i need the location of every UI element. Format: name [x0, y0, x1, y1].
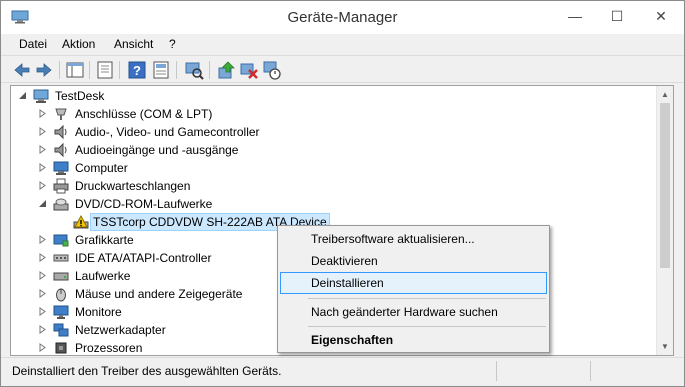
scroll-up-arrow-icon[interactable]: ▲ — [657, 86, 673, 103]
menu-bar: Datei Aktion Ansicht ? — [1, 34, 684, 54]
computer-icon — [33, 89, 49, 103]
tree-item[interactable]: Druckwarteschlangen — [11, 177, 651, 195]
menu-separator — [308, 298, 546, 299]
menu-item-label: Eigenschaften — [311, 333, 394, 347]
expand-icon[interactable] — [38, 235, 47, 244]
menu-separator — [308, 326, 546, 327]
tree-item[interactable]: Computer — [11, 159, 651, 177]
toolbar-separator — [176, 61, 177, 79]
menu-file[interactable]: Datei — [19, 37, 47, 51]
tree-item[interactable]: DVD/CD-ROM-Laufwerke — [11, 195, 651, 213]
menu-item-scan-hardware[interactable]: Nach geänderter Hardware suchen — [280, 301, 547, 323]
expand-icon[interactable] — [38, 145, 47, 154]
status-bar: Deinstalliert den Treiber des ausgewählt… — [1, 357, 684, 386]
properties-icon[interactable] — [95, 60, 115, 80]
back-icon[interactable] — [12, 60, 32, 80]
tree-item[interactable]: Audioeingänge und -ausgänge — [11, 141, 651, 159]
expand-icon[interactable] — [38, 181, 47, 190]
svg-text:?: ? — [133, 63, 141, 78]
tree-item-label: Mäuse und andere Zeigegeräte — [75, 287, 243, 301]
tree-item-label: Audioeingänge und -ausgänge — [75, 143, 239, 157]
collapse-icon[interactable] — [38, 199, 47, 208]
expand-icon[interactable] — [38, 271, 47, 280]
menu-item-label: Treibersoftware aktualisieren... — [311, 232, 475, 246]
uninstall-icon[interactable] — [239, 60, 259, 80]
tree-item-label: Monitore — [75, 305, 122, 319]
tree-item-label: Netzwerkadapter — [75, 323, 166, 337]
collapse-icon[interactable] — [18, 91, 27, 100]
speaker-icon — [54, 142, 67, 158]
monitor-icon — [53, 161, 69, 175]
expand-icon[interactable] — [38, 163, 47, 172]
expand-icon[interactable] — [38, 253, 47, 262]
menu-item-disable[interactable]: Deaktivieren — [280, 250, 547, 272]
tree-root-label: TestDesk — [55, 89, 105, 103]
mouse-icon — [56, 288, 66, 302]
tree-item-label: Audio-, Video- und Gamecontroller — [75, 125, 260, 139]
device-manager-window: Geräte-Manager — ☐ ✕ Datei Aktion Ansich… — [0, 0, 685, 387]
tree-item-label: Druckwarteschlangen — [75, 179, 191, 193]
forward-icon[interactable] — [34, 60, 54, 80]
expand-icon[interactable] — [38, 289, 47, 298]
tree-root[interactable]: TestDesk — [11, 87, 651, 105]
tree-item-label: Computer — [75, 161, 128, 175]
network-adapter-icon — [53, 323, 69, 337]
toolbar-separator — [59, 61, 60, 79]
menu-item-label: Deaktivieren — [311, 254, 378, 268]
tree-item-label: Laufwerke — [75, 269, 131, 283]
printer-icon — [53, 178, 69, 194]
menu-view[interactable]: Ansicht — [114, 37, 153, 51]
menu-action[interactable]: Aktion — [62, 37, 95, 51]
tree-item-label: Prozessoren — [75, 341, 143, 355]
view-icon[interactable] — [151, 60, 171, 80]
status-separator — [496, 361, 497, 381]
tree-item-label: DVD/CD-ROM-Laufwerke — [75, 197, 213, 211]
show-hide-console-tree-icon[interactable] — [65, 60, 85, 80]
display-adapter-icon — [53, 234, 69, 247]
tree-item-label: IDE ATA/ATAPI-Controller — [75, 251, 212, 265]
speaker-icon — [54, 124, 67, 140]
disable-icon[interactable] — [262, 60, 282, 80]
monitor-icon — [53, 305, 69, 319]
ide-controller-icon — [53, 254, 69, 262]
menu-item-label: Nach geänderter Hardware suchen — [311, 305, 498, 319]
toolbar: ? — [1, 55, 684, 83]
status-separator — [590, 361, 591, 381]
tree-item[interactable]: Audio-, Video- und Gamecontroller — [11, 123, 651, 141]
expand-icon[interactable] — [38, 325, 47, 334]
expand-icon[interactable] — [38, 343, 47, 352]
scroll-thumb[interactable] — [660, 103, 670, 268]
port-icon — [55, 108, 67, 120]
status-text: Deinstalliert den Treiber des ausgewählt… — [12, 364, 282, 378]
expand-icon[interactable] — [38, 109, 47, 118]
disk-drive-icon — [53, 272, 69, 281]
menu-help[interactable]: ? — [169, 37, 176, 51]
disc-drive-icon — [53, 198, 69, 211]
scroll-down-arrow-icon[interactable]: ▼ — [657, 338, 673, 355]
help-icon[interactable]: ? — [127, 60, 147, 80]
tree-item-label: Grafikkarte — [75, 233, 134, 247]
vertical-scrollbar[interactable]: ▲ ▼ — [656, 86, 673, 355]
expand-icon[interactable] — [38, 307, 47, 316]
menu-item-properties[interactable]: Eigenschaften — [280, 329, 547, 351]
close-button[interactable]: ✕ — [638, 1, 684, 31]
expand-icon[interactable] — [38, 127, 47, 136]
tree-item[interactable]: Anschlüsse (COM & LPT) — [11, 105, 651, 123]
menu-item-uninstall[interactable]: Deinstallieren — [280, 272, 547, 294]
title-bar: Geräte-Manager — ☐ ✕ — [1, 1, 684, 34]
scan-hardware-icon[interactable] — [184, 60, 204, 80]
toolbar-separator — [89, 61, 90, 79]
processor-icon — [55, 342, 67, 354]
maximize-button[interactable]: ☐ — [596, 1, 638, 31]
menu-item-update-driver[interactable]: Treibersoftware aktualisieren... — [280, 228, 547, 250]
toolbar-separator — [119, 61, 120, 79]
toolbar-separator — [209, 61, 210, 79]
minimize-button[interactable]: — — [554, 1, 596, 31]
menu-item-label: Deinstallieren — [311, 276, 384, 290]
context-menu: Treibersoftware aktualisieren... Deaktiv… — [277, 225, 550, 353]
tree-item-label: Anschlüsse (COM & LPT) — [75, 107, 213, 121]
update-driver-icon[interactable] — [216, 60, 236, 80]
disc-drive-warning-icon — [73, 214, 89, 229]
